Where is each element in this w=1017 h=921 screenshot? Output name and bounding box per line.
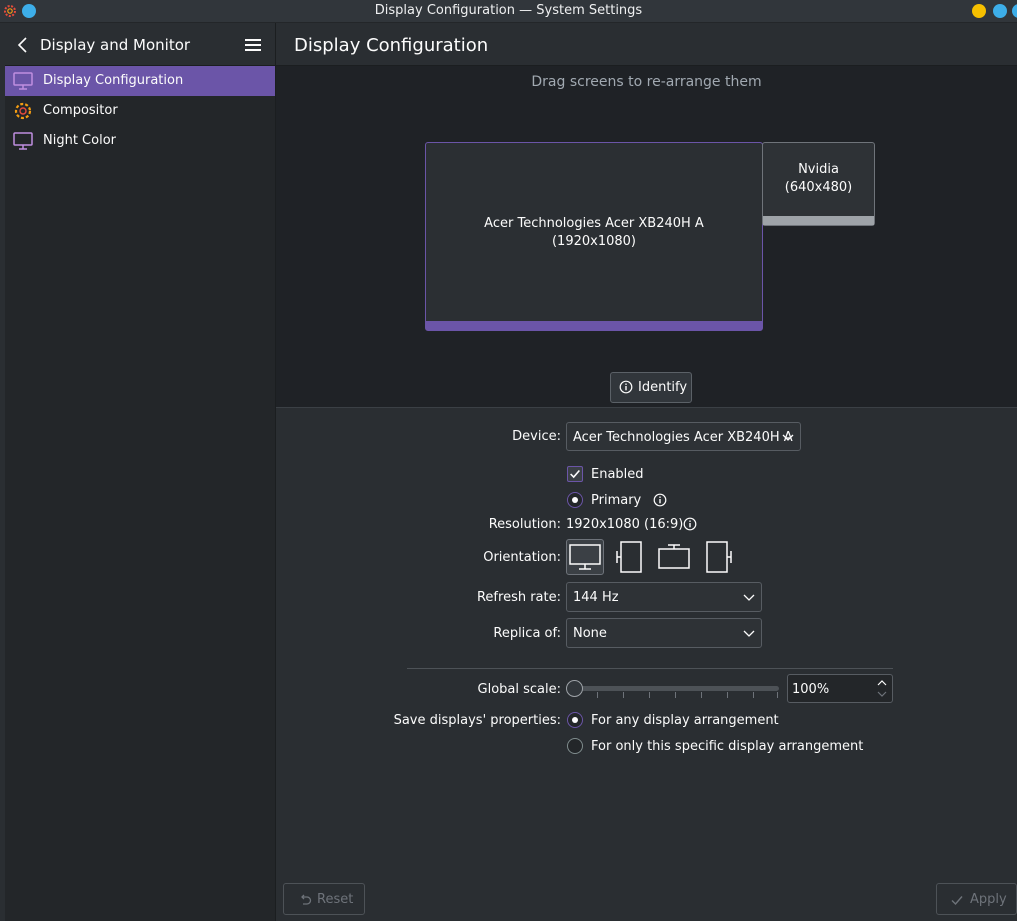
device-label: Device: [512, 429, 561, 444]
refresh-rate-value: 144 Hz [573, 590, 619, 605]
orientation-portrait-right-button[interactable] [699, 539, 737, 575]
hamburger-menu-icon[interactable] [244, 37, 262, 53]
sidebar: Display and Monitor Display Configuratio… [5, 23, 275, 921]
screen-nvidia[interactable]: Nvidia (640x480) [762, 142, 875, 226]
section-divider [407, 668, 893, 669]
screen-resolution: (640x480) [784, 180, 853, 195]
minimize-button[interactable] [972, 4, 986, 18]
checkmark-icon [951, 896, 963, 906]
window-titlebar: Display Configuration — System Settings [0, 0, 1017, 23]
refresh-rate-label: Refresh rate: [476, 590, 561, 605]
slider-tick [777, 692, 778, 698]
sidebar-item-display-configuration[interactable]: Display Configuration [5, 66, 275, 96]
sidebar-item-label: Display Configuration [43, 73, 184, 88]
global-scale-slider-handle[interactable] [566, 680, 583, 697]
drag-hint: Drag screens to re-arrange them [531, 74, 762, 90]
global-scale-slider-track[interactable] [567, 686, 779, 691]
save-any-arrangement-label: For any display arrangement [591, 713, 779, 728]
device-value: Acer Technologies Acer XB240H A [573, 430, 793, 445]
save-specific-arrangement-radio[interactable] [567, 738, 583, 754]
reset-button[interactable]: Reset [283, 883, 365, 915]
screen-arrangement-area: Drag screens to re-arrange them Acer Tec… [276, 66, 1017, 408]
chevron-down-icon [743, 630, 755, 637]
device-select[interactable]: Acer Technologies Acer XB240H A [566, 422, 801, 451]
screen-name: Acer Technologies Acer XB240H A [484, 216, 704, 231]
slider-tick [649, 692, 650, 698]
primary-indicator-bar [426, 321, 762, 330]
global-scale-value: 100% [792, 682, 830, 697]
slider-tick [623, 692, 624, 698]
primary-radio[interactable] [567, 492, 583, 508]
global-scale-label: Global scale: [477, 682, 561, 697]
undo-icon [301, 894, 312, 905]
screen-acer[interactable]: Acer Technologies Acer XB240H A (1920x10… [425, 142, 763, 331]
landscape-icon [569, 544, 601, 570]
apply-button[interactable]: Apply [936, 883, 1017, 915]
reset-label: Reset [317, 892, 354, 907]
enabled-checkbox[interactable] [567, 466, 583, 482]
monitor-icon [13, 132, 33, 150]
sidebar-item-night-color[interactable]: Night Color [5, 126, 275, 156]
back-arrow-icon[interactable] [13, 35, 33, 55]
refresh-rate-select[interactable]: 144 Hz [566, 582, 762, 612]
replica-label: Replica of: [493, 626, 561, 641]
primary-label: Primary [591, 493, 642, 508]
identify-button[interactable]: Identify [610, 372, 692, 403]
save-properties-label: Save displays' properties: [393, 713, 561, 728]
chevron-up-icon[interactable] [876, 679, 888, 687]
resolution-value: 1920x1080 (16:9) [566, 517, 684, 532]
identify-label: Identify [638, 380, 688, 395]
save-any-arrangement-radio[interactable] [567, 712, 583, 728]
window-title: Display Configuration — System Settings [374, 3, 643, 18]
chevron-down-icon [743, 594, 755, 601]
save-specific-arrangement-label: For only this specific display arrangeme… [591, 739, 864, 754]
orientation-label: Orientation: [483, 550, 561, 565]
replica-value: None [573, 626, 607, 641]
checkmark-icon [570, 469, 580, 479]
screen-resolution: (1920x1080) [551, 234, 636, 249]
resolution-label: Resolution: [488, 517, 561, 532]
screen-name: Nvidia [798, 162, 839, 177]
orientation-portrait-left-button[interactable] [611, 539, 649, 575]
chevron-down-icon [782, 434, 794, 441]
slider-tick [597, 692, 598, 698]
page-title: Display Configuration [294, 35, 489, 56]
info-icon[interactable] [653, 493, 667, 507]
orientation-landscape-flipped-button[interactable] [655, 539, 693, 575]
replica-select[interactable]: None [566, 618, 762, 648]
slider-tick [701, 692, 702, 698]
portrait-right-icon [706, 541, 732, 573]
enabled-label: Enabled [591, 467, 644, 482]
info-icon [619, 380, 633, 394]
global-scale-spinbox[interactable]: 100% [787, 674, 893, 703]
info-icon[interactable] [683, 517, 697, 531]
sidebar-item-compositor[interactable]: Compositor [5, 96, 275, 126]
apply-label: Apply [970, 892, 1007, 907]
slider-tick [675, 692, 676, 698]
sidebar-item-label: Compositor [43, 103, 118, 118]
sidebar-title: Display and Monitor [40, 36, 191, 54]
orientation-landscape-button[interactable] [566, 539, 604, 575]
landscape-flipped-icon [658, 544, 690, 569]
portrait-left-icon [616, 541, 642, 573]
screen-indicator-bar [763, 216, 874, 225]
monitor-icon [13, 72, 33, 90]
page-header: Display Configuration [276, 23, 1017, 66]
slider-tick [753, 692, 754, 698]
slider-tick [727, 692, 728, 698]
maximize-button[interactable] [993, 4, 1007, 18]
chevron-down-icon[interactable] [876, 690, 888, 698]
sidebar-item-label: Night Color [43, 133, 116, 148]
sidebar-header: Display and Monitor [5, 23, 275, 66]
gear-icon [14, 102, 32, 120]
